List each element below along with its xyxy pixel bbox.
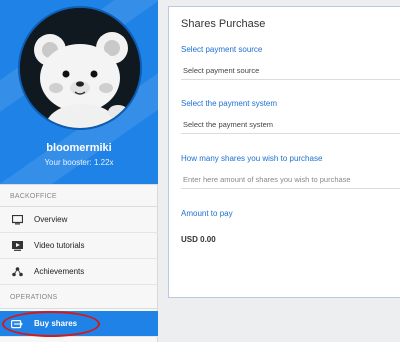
sidebar-item-label: Overview <box>34 215 68 224</box>
monitor-icon <box>0 214 34 225</box>
sidebar: bloomermiki Your booster: 1.22x BACKOFFI… <box>0 0 158 342</box>
divider <box>0 184 158 185</box>
shares-icon <box>0 319 34 329</box>
sidebar-item-video-tutorials[interactable]: Video tutorials <box>0 233 158 259</box>
payment-source-label: Select payment source <box>181 45 263 54</box>
video-icon <box>0 240 34 251</box>
section-heading-backoffice: BACKOFFICE <box>10 193 57 200</box>
amount-to-pay-label: Amount to pay <box>181 209 233 218</box>
booster-text: Your booster: 1.22x <box>44 158 114 167</box>
payment-source-select[interactable]: Select payment source <box>181 62 400 80</box>
sidebar-item-label: Video tutorials <box>34 241 85 250</box>
sidebar-item-label: Buy shares <box>34 319 78 328</box>
avatar[interactable] <box>18 6 142 130</box>
shares-quantity-input[interactable]: Enter here amount of shares you wish to … <box>181 171 400 189</box>
sidebar-item-overview[interactable]: Overview <box>0 207 158 233</box>
amount-to-pay-value: USD 0.00 <box>181 235 216 244</box>
divider <box>0 308 158 309</box>
bear-avatar-icon <box>20 8 140 128</box>
username: bloomermiki <box>46 142 112 154</box>
achievements-icon <box>0 266 34 277</box>
section-heading-operations: OPERATIONS <box>10 294 58 301</box>
shares-purchase-panel: Shares Purchase Select payment source Se… <box>168 6 400 298</box>
sidebar-item-achievements[interactable]: Achievements <box>0 259 158 285</box>
payment-system-label: Select the payment system <box>181 99 278 108</box>
payment-system-select[interactable]: Select the payment system <box>181 116 400 134</box>
shares-quantity-label: How many shares you wish to purchase <box>181 154 323 163</box>
profile-card: bloomermiki Your booster: 1.22x <box>0 0 158 184</box>
sidebar-item-buy-shares[interactable]: Buy shares <box>0 311 158 337</box>
sidebar-item-label: Achievements <box>34 267 85 276</box>
page-title: Shares Purchase <box>181 18 266 30</box>
